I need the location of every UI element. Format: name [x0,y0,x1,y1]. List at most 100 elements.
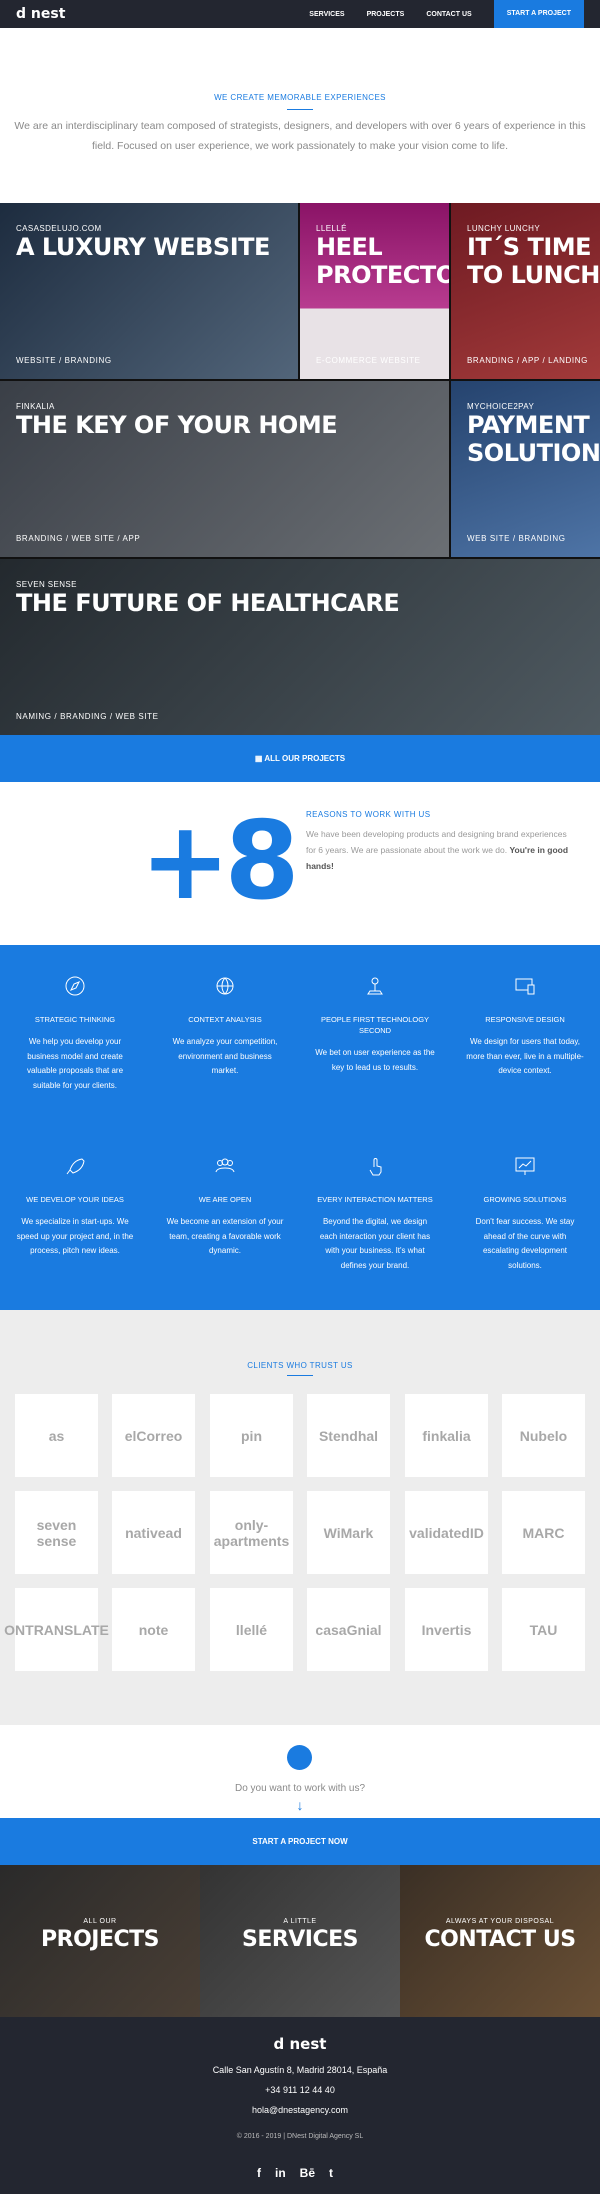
feature-desc: We specialize in start-ups. We speed up … [16,1217,134,1255]
client-logo: TAU [502,1588,585,1671]
logo[interactable]: d nest [0,6,65,22]
linkedin-icon[interactable]: in [275,2166,286,2180]
feature-item: WE DEVELOP YOUR IDEAS We specialize in s… [15,1155,135,1259]
feature-item: EVERY INTERACTION MATTERS Beyond the dig… [315,1155,435,1273]
team-icon [215,1158,235,1173]
clients-section: CLIENTS WHO TRUST US as elCorreo pin Ste… [0,1310,600,1725]
feature-item: GROWING SOLUTIONS Don't fear success. We… [465,1155,585,1273]
project-tags: NAMING / BRANDING / WEB SITE [16,712,159,721]
why-text: We have been developing products and des… [306,826,576,874]
project-client: LUNCHY LUNCHY [467,224,541,233]
feature-title: STRATEGIC THINKING [34,1015,116,1024]
client-logo: MARC [502,1491,585,1574]
client-logo: validatedID [405,1491,488,1574]
nav-services[interactable]: SERVICES [309,11,344,18]
features-section: STRATEGIC THINKING We help you develop y… [0,945,600,1310]
nav-contact[interactable]: CONTACT US [426,11,471,18]
project-tags: WEB SITE / BRANDING [467,534,566,543]
joystick-icon [367,977,383,995]
why-us-section: +8 REASONS TO WORK WITH US We have been … [0,782,600,945]
footer-phone[interactable]: +34 911 12 44 40 [0,2085,600,2095]
all-projects-button[interactable]: ▦ ALL OUR PROJECTS [0,735,600,782]
panel-services[interactable]: A LITTLE SERVICES [200,1865,400,2017]
project-tile-luxury[interactable]: CASASDELUJO.COM A LUXURY WEBSITE WEBSITE… [0,203,298,379]
feature-desc: We design for users that today, more tha… [466,1037,584,1075]
clients-kicker: CLIENTS WHO TRUST US [247,1361,353,1370]
feature-item: STRATEGIC THINKING We help you develop y… [15,975,135,1093]
twitter-icon[interactable]: t [329,2166,333,2180]
social-links: f in Bē t [257,2166,333,2180]
divider [287,109,313,110]
chart-icon [515,1157,535,1175]
client-logo: WiMark [307,1491,390,1574]
client-logo: Stendhal [307,1394,390,1477]
project-title: A LUXURY WEBSITE [16,233,270,261]
project-client: SEVEN SENSE [16,580,77,589]
project-tags: WEBSITE / BRANDING [16,356,112,365]
feature-desc: We help you develop your business model … [26,1037,124,1090]
project-tags: BRANDING / WEB SITE / APP [16,534,141,543]
panel-big: SERVICES [241,1927,359,1952]
cta-section: Do you want to work with us? ↓ [0,1725,600,1818]
facebook-icon[interactable]: f [257,2166,261,2180]
projects-grid: CASASDELUJO.COM A LUXURY WEBSITE WEBSITE… [0,203,600,735]
project-tile-seven-sense[interactable]: SEVEN SENSE THE FUTURE OF HEALTHCARE NAM… [0,559,600,735]
compass-icon [65,976,85,996]
intro-section: WE CREATE MEMORABLE EXPERIENCES We are a… [0,28,600,203]
document-icon [287,1745,312,1770]
client-logo: Invertis [405,1588,488,1671]
footer-logo: d nest [273,2035,327,2053]
project-client: LLELLÉ [316,224,347,233]
grid-icon: ▦ [254,754,265,763]
start-project-button[interactable]: START A PROJECT [493,0,584,28]
client-logo: as [15,1394,98,1477]
project-tags: E-COMMERCE WEBSITE [316,356,421,365]
panel-small: ALWAYS AT YOUR DISPOSAL [445,1918,555,1925]
panel-contact[interactable]: ALWAYS AT YOUR DISPOSAL CONTACT US [400,1865,600,2017]
nav-projects[interactable]: PROJECTS [367,11,405,18]
client-logo: nativead [112,1491,195,1574]
client-logo: only- apartments [210,1491,293,1574]
feature-title: EVERY INTERACTION MATTERS [317,1195,433,1204]
feature-title: PEOPLE FIRST TECHNOLOGY SECOND [320,1015,430,1035]
project-tile-finkalia[interactable]: FINKALIA THE KEY OF YOUR HOME BRANDING /… [0,381,449,557]
footer: d nest Calle San Agustín 8, Madrid 28014… [0,2017,600,2194]
feature-item: RESPONSIVE DESIGN We design for users th… [465,975,585,1079]
panel-projects[interactable]: ALL OUR PROJECTS [0,1865,200,2017]
project-client: CASASDELUJO.COM [16,224,102,233]
feature-title: CONTEXT ANALYSIS [188,1015,262,1024]
behance-icon[interactable]: Bē [300,2166,315,2180]
project-tile-lunch[interactable]: LUNCHY LUNCHY IT´S TIME TO LUNCH BRANDIN… [451,203,600,379]
feature-title: WE DEVELOP YOUR IDEAS [26,1195,124,1204]
feature-desc: We become an extension of your team, cre… [166,1217,284,1255]
panel-small: ALL OUR [83,1918,117,1925]
feature-item: PEOPLE FIRST TECHNOLOGY SECOND We bet on… [315,975,435,1075]
client-logo: note [112,1588,195,1671]
feature-desc: Beyond the digital, we design each inter… [319,1217,431,1270]
client-logo: finkalia [405,1394,488,1477]
project-title: IT´S TIME TO LUNCH [467,233,600,289]
project-title: HEEL PROTECTORS [316,233,449,289]
footer-copyright: © 2016 - 2019 | DNest Digital Agency SL [236,2133,364,2140]
project-tile-payment[interactable]: MYCHOICE2PAY PAYMENT SOLUTIONS WEB SITE … [451,381,600,557]
top-navbar: d nest SERVICES PROJECTS CONTACT US STAR… [0,0,600,28]
feature-title: WE ARE OPEN [198,1195,252,1204]
project-title: THE FUTURE OF HEALTHCARE [16,589,400,617]
feature-title: GROWING SOLUTIONS [483,1195,567,1204]
panel-big: PROJECTS [41,1927,159,1952]
client-logo: llellé [210,1588,293,1671]
bottom-panels: ALL OUR PROJECTS A LITTLE SERVICES ALWAY… [0,1865,600,2017]
project-title: THE KEY OF YOUR HOME [16,411,338,439]
project-tile-heel[interactable]: LLELLÉ HEEL PROTECTORS E-COMMERCE WEBSIT… [300,203,449,379]
feature-item: CONTEXT ANALYSIS We analyze your competi… [165,975,285,1079]
start-project-now-button[interactable]: START A PROJECT NOW [0,1818,600,1865]
panel-big: CONTACT US [424,1927,576,1952]
rocket-icon [66,1158,85,1175]
client-logo: Nubelo [502,1394,585,1477]
years-number: +8 [140,799,300,924]
footer-email[interactable]: hola@dnestagency.com [0,2105,600,2115]
feature-desc: We analyze your competition, environment… [172,1037,278,1075]
footer-address: Calle San Agustín 8, Madrid 28014, Españ… [212,2065,388,2075]
cta-question: Do you want to work with us? [234,1783,366,1794]
panel-small: A LITTLE [283,1918,317,1925]
